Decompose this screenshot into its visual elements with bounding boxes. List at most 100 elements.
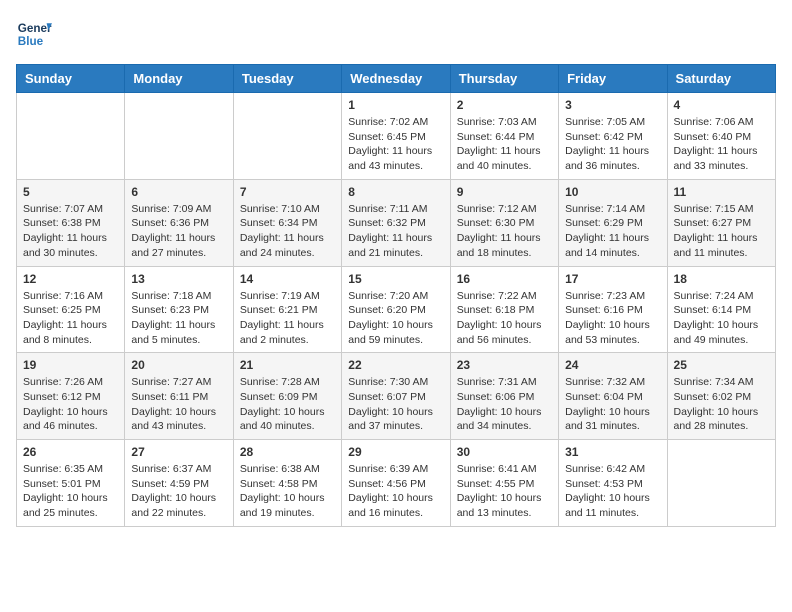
calendar-cell: 30 Sunrise: 6:41 AM Sunset: 4:55 PM Dayli… (450, 440, 558, 527)
calendar-week-row: 5Sunrise: 7:07 AM Sunset: 6:38 PM Daylig… (17, 179, 776, 266)
calendar-table: SundayMondayTuesdayWednesdayThursdayFrid… (16, 64, 776, 527)
day-number: 30 (457, 445, 552, 459)
calendar-cell: 22 Sunrise: 7:30 AM Sunset: 6:07 PM Dayli… (342, 353, 450, 440)
calendar-cell (667, 440, 775, 527)
day-info: Sunrise: 7:31 AM Sunset: 6:06 PM Dayligh… (457, 375, 552, 434)
calendar-cell: 4Sunrise: 7:06 AM Sunset: 6:40 PM Daylig… (667, 93, 775, 180)
calendar-cell: 14 Sunrise: 7:19 AM Sunset: 6:21 PM Dayli… (233, 266, 341, 353)
calendar-cell: 10 Sunrise: 7:14 AM Sunset: 6:29 PM Dayli… (559, 179, 667, 266)
day-info: Sunrise: 7:20 AM Sunset: 6:20 PM Dayligh… (348, 289, 443, 348)
day-number: 15 (348, 272, 443, 286)
day-info: Sunrise: 7:07 AM Sunset: 6:38 PM Dayligh… (23, 202, 118, 261)
day-number: 18 (674, 272, 769, 286)
day-info: Sunrise: 7:03 AM Sunset: 6:44 PM Dayligh… (457, 115, 552, 174)
calendar-cell: 15 Sunrise: 7:20 AM Sunset: 6:20 PM Dayli… (342, 266, 450, 353)
calendar-cell: 17Sunrise: 7:23 AM Sunset: 6:16 PM Dayli… (559, 266, 667, 353)
calendar-cell: 11Sunrise: 7:15 AM Sunset: 6:27 PM Dayli… (667, 179, 775, 266)
calendar-cell: 7 Sunrise: 7:10 AM Sunset: 6:34 PM Daylig… (233, 179, 341, 266)
day-number: 14 (240, 272, 335, 286)
day-number: 1 (348, 98, 443, 112)
day-number: 2 (457, 98, 552, 112)
calendar-cell: 12 Sunrise: 7:16 AM Sunset: 6:25 PM Dayli… (17, 266, 125, 353)
day-info: Sunrise: 7:14 AM Sunset: 6:29 PM Dayligh… (565, 202, 660, 261)
day-number: 13 (131, 272, 226, 286)
calendar-cell: 24 Sunrise: 7:32 AM Sunset: 6:04 PM Dayli… (559, 353, 667, 440)
day-number: 28 (240, 445, 335, 459)
day-info: Sunrise: 7:32 AM Sunset: 6:04 PM Dayligh… (565, 375, 660, 434)
calendar-week-row: 12 Sunrise: 7:16 AM Sunset: 6:25 PM Dayli… (17, 266, 776, 353)
day-of-week-header: Monday (125, 65, 233, 93)
calendar-cell: 31 Sunrise: 6:42 AM Sunset: 4:53 PM Dayli… (559, 440, 667, 527)
calendar-cell: 9 Sunrise: 7:12 AM Sunset: 6:30 PM Daylig… (450, 179, 558, 266)
calendar-week-row: 1 Sunrise: 7:02 AM Sunset: 6:45 PM Daylig… (17, 93, 776, 180)
day-of-week-header: Friday (559, 65, 667, 93)
calendar-cell (125, 93, 233, 180)
calendar-week-row: 26 Sunrise: 6:35 AM Sunset: 5:01 PM Dayli… (17, 440, 776, 527)
day-number: 10 (565, 185, 660, 199)
day-info: Sunrise: 6:39 AM Sunset: 4:56 PM Dayligh… (348, 462, 443, 521)
day-info: Sunrise: 7:16 AM Sunset: 6:25 PM Dayligh… (23, 289, 118, 348)
day-info: Sunrise: 7:30 AM Sunset: 6:07 PM Dayligh… (348, 375, 443, 434)
day-number: 16 (457, 272, 552, 286)
calendar-cell: 19 Sunrise: 7:26 AM Sunset: 6:12 PM Dayli… (17, 353, 125, 440)
day-of-week-header: Thursday (450, 65, 558, 93)
day-number: 25 (674, 358, 769, 372)
day-number: 27 (131, 445, 226, 459)
day-info: Sunrise: 7:18 AM Sunset: 6:23 PM Dayligh… (131, 289, 226, 348)
calendar-cell: 25 Sunrise: 7:34 AM Sunset: 6:02 PM Dayli… (667, 353, 775, 440)
calendar-cell: 27 Sunrise: 6:37 AM Sunset: 4:59 PM Dayli… (125, 440, 233, 527)
day-info: Sunrise: 7:10 AM Sunset: 6:34 PM Dayligh… (240, 202, 335, 261)
logo: General Blue (16, 16, 52, 52)
day-of-week-header: Saturday (667, 65, 775, 93)
day-info: Sunrise: 6:42 AM Sunset: 4:53 PM Dayligh… (565, 462, 660, 521)
day-number: 31 (565, 445, 660, 459)
calendar-cell: 23Sunrise: 7:31 AM Sunset: 6:06 PM Dayli… (450, 353, 558, 440)
calendar-cell: 21Sunrise: 7:28 AM Sunset: 6:09 PM Dayli… (233, 353, 341, 440)
day-info: Sunrise: 7:34 AM Sunset: 6:02 PM Dayligh… (674, 375, 769, 434)
day-info: Sunrise: 7:12 AM Sunset: 6:30 PM Dayligh… (457, 202, 552, 261)
day-info: Sunrise: 7:11 AM Sunset: 6:32 PM Dayligh… (348, 202, 443, 261)
calendar-cell: 2 Sunrise: 7:03 AM Sunset: 6:44 PM Daylig… (450, 93, 558, 180)
calendar-cell (17, 93, 125, 180)
day-number: 24 (565, 358, 660, 372)
day-info: Sunrise: 7:26 AM Sunset: 6:12 PM Dayligh… (23, 375, 118, 434)
day-number: 21 (240, 358, 335, 372)
calendar-cell: 6 Sunrise: 7:09 AM Sunset: 6:36 PM Daylig… (125, 179, 233, 266)
calendar-cell: 29 Sunrise: 6:39 AM Sunset: 4:56 PM Dayli… (342, 440, 450, 527)
day-info: Sunrise: 6:38 AM Sunset: 4:58 PM Dayligh… (240, 462, 335, 521)
day-number: 12 (23, 272, 118, 286)
day-number: 7 (240, 185, 335, 199)
day-info: Sunrise: 7:15 AM Sunset: 6:27 PM Dayligh… (674, 202, 769, 261)
calendar-cell: 13 Sunrise: 7:18 AM Sunset: 6:23 PM Dayli… (125, 266, 233, 353)
day-number: 3 (565, 98, 660, 112)
day-number: 26 (23, 445, 118, 459)
day-of-week-header: Sunday (17, 65, 125, 93)
calendar-cell: 18 Sunrise: 7:24 AM Sunset: 6:14 PM Dayli… (667, 266, 775, 353)
calendar-header-row: SundayMondayTuesdayWednesdayThursdayFrid… (17, 65, 776, 93)
calendar-cell: 5Sunrise: 7:07 AM Sunset: 6:38 PM Daylig… (17, 179, 125, 266)
day-info: Sunrise: 7:02 AM Sunset: 6:45 PM Dayligh… (348, 115, 443, 174)
day-number: 19 (23, 358, 118, 372)
calendar-cell: 16Sunrise: 7:22 AM Sunset: 6:18 PM Dayli… (450, 266, 558, 353)
svg-text:Blue: Blue (18, 35, 44, 48)
day-info: Sunrise: 7:24 AM Sunset: 6:14 PM Dayligh… (674, 289, 769, 348)
day-number: 8 (348, 185, 443, 199)
day-info: Sunrise: 7:05 AM Sunset: 6:42 PM Dayligh… (565, 115, 660, 174)
calendar-cell (233, 93, 341, 180)
day-info: Sunrise: 6:41 AM Sunset: 4:55 PM Dayligh… (457, 462, 552, 521)
day-number: 22 (348, 358, 443, 372)
day-number: 9 (457, 185, 552, 199)
day-info: Sunrise: 7:09 AM Sunset: 6:36 PM Dayligh… (131, 202, 226, 261)
day-number: 6 (131, 185, 226, 199)
day-info: Sunrise: 6:35 AM Sunset: 5:01 PM Dayligh… (23, 462, 118, 521)
calendar-cell: 1 Sunrise: 7:02 AM Sunset: 6:45 PM Daylig… (342, 93, 450, 180)
day-info: Sunrise: 7:19 AM Sunset: 6:21 PM Dayligh… (240, 289, 335, 348)
calendar-cell: 26 Sunrise: 6:35 AM Sunset: 5:01 PM Dayli… (17, 440, 125, 527)
calendar-week-row: 19 Sunrise: 7:26 AM Sunset: 6:12 PM Dayli… (17, 353, 776, 440)
day-number: 29 (348, 445, 443, 459)
logo-icon: General Blue (16, 16, 52, 52)
day-info: Sunrise: 7:23 AM Sunset: 6:16 PM Dayligh… (565, 289, 660, 348)
calendar-cell: 28 Sunrise: 6:38 AM Sunset: 4:58 PM Dayli… (233, 440, 341, 527)
page-header: General Blue (16, 16, 776, 52)
day-info: Sunrise: 6:37 AM Sunset: 4:59 PM Dayligh… (131, 462, 226, 521)
